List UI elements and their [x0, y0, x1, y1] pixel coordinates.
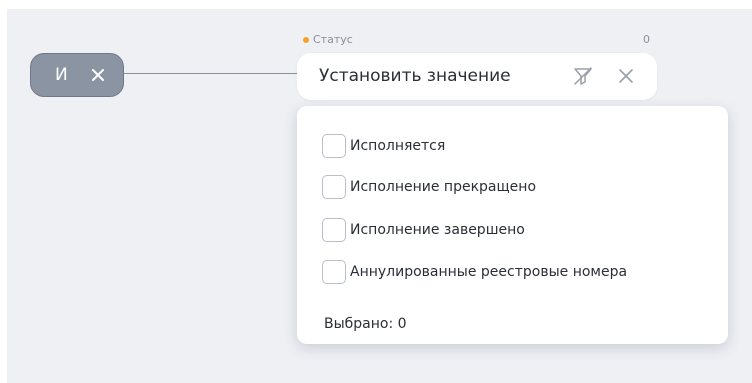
condition-value-field[interactable]: Установить значение: [297, 53, 657, 100]
and-operator-node[interactable]: И: [30, 53, 124, 97]
option-label: Исполняется: [350, 138, 446, 154]
option-execution-stopped[interactable]: Исполнение прекращено: [322, 174, 712, 200]
option-cancelled-registry-numbers[interactable]: Аннулированные реестровые номера: [322, 259, 712, 285]
field-label: Статус: [313, 33, 353, 46]
option-label: Аннулированные реестровые номера: [350, 264, 628, 280]
option-checkbox[interactable]: [322, 260, 346, 284]
close-icon[interactable]: [88, 65, 108, 85]
option-label: Исполнение завершено: [350, 222, 525, 238]
option-execution-completed[interactable]: Исполнение завершено: [322, 217, 712, 243]
selected-count: Выбрано: 0: [324, 316, 407, 332]
status-options-dropdown: Исполняется Исполнение прекращено Исполн…: [297, 106, 728, 344]
and-operator-label: И: [55, 65, 69, 85]
condition-value-text: Установить значение: [319, 66, 511, 86]
option-checkbox[interactable]: [322, 218, 346, 242]
condition-header: Статус 0: [301, 32, 656, 48]
condition-count: 0: [643, 33, 650, 46]
option-checkbox[interactable]: [322, 175, 346, 199]
status-dot: [303, 37, 309, 43]
option-label: Исполнение прекращено: [350, 179, 537, 195]
close-icon[interactable]: [617, 67, 635, 85]
option-checkbox[interactable]: [322, 134, 346, 158]
option-executing[interactable]: Исполняется: [322, 133, 712, 159]
connector-line: [124, 73, 297, 74]
filter-clear-icon[interactable]: [572, 65, 594, 87]
